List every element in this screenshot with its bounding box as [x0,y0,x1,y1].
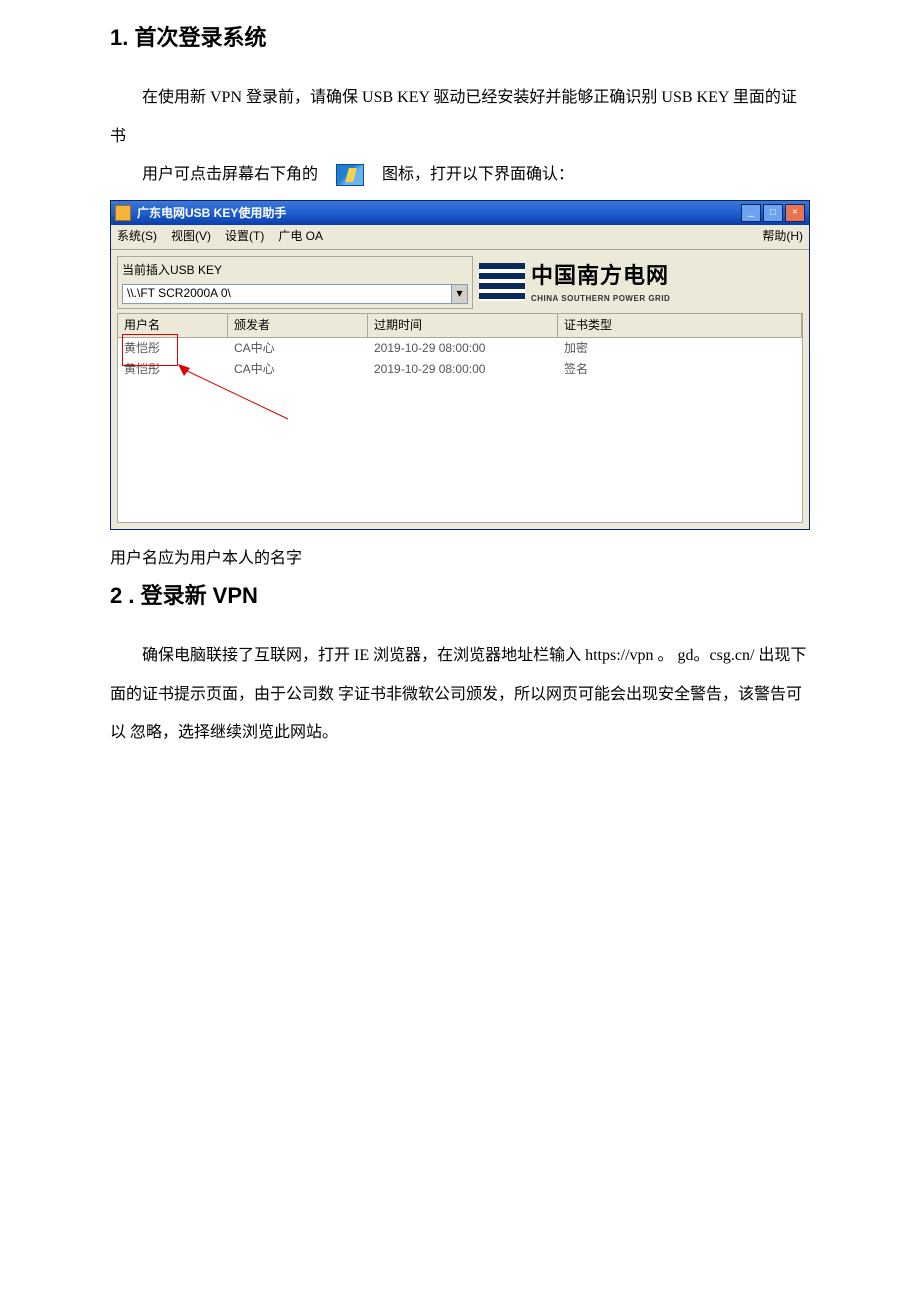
col-user[interactable]: 用户名 [118,314,228,337]
menu-view[interactable]: 视图(V) [171,227,211,246]
cell-issuer: CA中心 [228,338,368,359]
chevron-down-icon[interactable]: ▾ [451,285,467,303]
csg-logo-mark-icon [479,263,525,301]
cell-issuer: CA中心 [228,359,368,380]
usbkey-tray-icon [336,164,364,186]
heading-login-new-vpn: 2 . 登录新 VPN [110,578,810,613]
para-vpn-instructions: 确保电脑联接了互联网，打开 IE 浏览器，在浏览器地址栏输入 https://v… [110,637,810,752]
usb-key-combobox-value: \\.\FT SCR2000A 0\ [123,284,451,303]
menu-system[interactable]: 系统(S) [117,227,157,246]
csg-logo-en: CHINA SOUTHERN POWER GRID [531,293,670,306]
minimize-button[interactable]: _ [741,204,761,222]
menu-settings[interactable]: 设置(T) [225,227,264,246]
cell-type: 加密 [558,338,802,359]
window-titlebar: 广东电网USB KEY使用助手 _ □ × [111,201,809,225]
cell-user: 黄恺彤 [118,338,228,359]
caption-username-note: 用户名应为用户本人的名字 [110,540,810,578]
menu-help[interactable]: 帮助(H) [762,227,803,246]
para-intro: 在使用新 VPN 登录前，请确保 USB KEY 驱动已经安装好并能够正确识别 … [110,79,810,156]
cell-user: 黄恺彤 [118,359,228,380]
table-row[interactable]: 黄恺彤 CA中心 2019-10-29 08:00:00 加密 [118,338,802,359]
usbkey-helper-window: 广东电网USB KEY使用助手 _ □ × 系统(S) 视图(V) 设置(T) … [110,200,810,529]
cell-expire: 2019-10-29 08:00:00 [368,359,558,380]
cell-type: 签名 [558,359,802,380]
csg-logo-cn: 中国南方电网 [531,258,670,293]
col-expire[interactable]: 过期时间 [368,314,558,337]
close-button[interactable]: × [785,204,805,222]
window-title: 广东电网USB KEY使用助手 [137,204,741,223]
cell-expire: 2019-10-29 08:00:00 [368,338,558,359]
para-icon-tail: 图标，打开以下界面确认： [382,166,574,183]
menu-oa[interactable]: 广电 OA [278,227,323,246]
usb-key-panel: 当前插入USB KEY \\.\FT SCR2000A 0\ ▾ [117,256,473,309]
window-app-icon [115,205,131,221]
list-header: 用户名 颁发者 过期时间 证书类型 [118,314,802,338]
para-icon-instruction: 用户可点击屏幕右下角的 图标，打开以下界面确认： [110,156,810,194]
usb-key-label: 当前插入USB KEY [122,261,468,280]
table-row[interactable]: 黄恺彤 CA中心 2019-10-29 08:00:00 签名 [118,359,802,380]
usb-key-combobox[interactable]: \\.\FT SCR2000A 0\ ▾ [122,284,468,304]
certificate-list: 用户名 颁发者 过期时间 证书类型 黄恺彤 CA中心 2019-10-29 08… [117,313,803,523]
maximize-button[interactable]: □ [763,204,783,222]
heading-first-login: 1. 首次登录系统 [110,20,810,55]
para-icon-lead: 用户可点击屏幕右下角的 [142,166,318,183]
col-issuer[interactable]: 颁发者 [228,314,368,337]
col-type[interactable]: 证书类型 [558,314,802,337]
csg-logo: 中国南方电网 CHINA SOUTHERN POWER GRID [473,258,803,306]
menu-bar: 系统(S) 视图(V) 设置(T) 广电 OA 帮助(H) [111,225,809,249]
